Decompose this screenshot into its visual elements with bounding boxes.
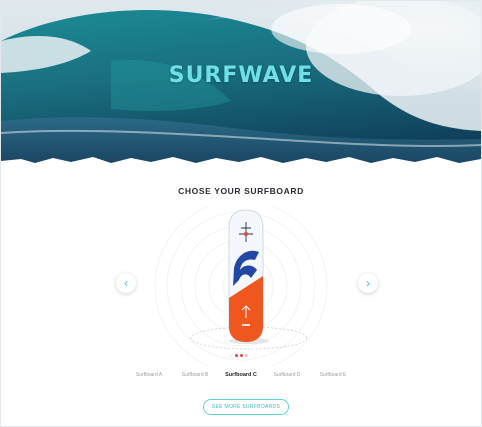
carousel-pagination (1, 354, 481, 357)
tab-surfboard-d[interactable]: Surfboard D (264, 372, 310, 378)
pagination-dot[interactable] (234, 354, 238, 357)
tab-surfboard-b[interactable]: Surfboard B (172, 372, 218, 378)
tab-surfboard-a[interactable]: Surfboard A (126, 372, 172, 378)
page-frame: SURFWAVE CHOSE YOUR SURFBOARD ‹ › Surfbo… (0, 0, 482, 427)
carousel-prev-button[interactable]: ‹ (116, 273, 136, 293)
hero-banner: SURFWAVE (1, 1, 481, 173)
see-more-surfboards-button[interactable]: SEE MORE SURFBOARDS (203, 399, 289, 415)
brand-title: SURFWAVE (168, 63, 314, 88)
board-stage (154, 206, 328, 366)
section-heading: CHOSE YOUR SURFBOARD (178, 186, 304, 196)
pagination-dot[interactable] (244, 354, 248, 357)
pagination-dot[interactable] (239, 354, 243, 357)
tab-surfboard-e[interactable]: Surfboard E (310, 372, 356, 378)
tab-surfboard-c[interactable]: Surfboard C (218, 372, 264, 378)
carousel-next-button[interactable]: › (358, 273, 378, 293)
surfboard-tabs: Surfboard A Surfboard B Surfboard C Surf… (1, 372, 481, 378)
surfboard-c-image (228, 209, 264, 343)
chevron-left-icon: ‹ (124, 276, 128, 290)
chevron-right-icon: › (366, 276, 370, 290)
